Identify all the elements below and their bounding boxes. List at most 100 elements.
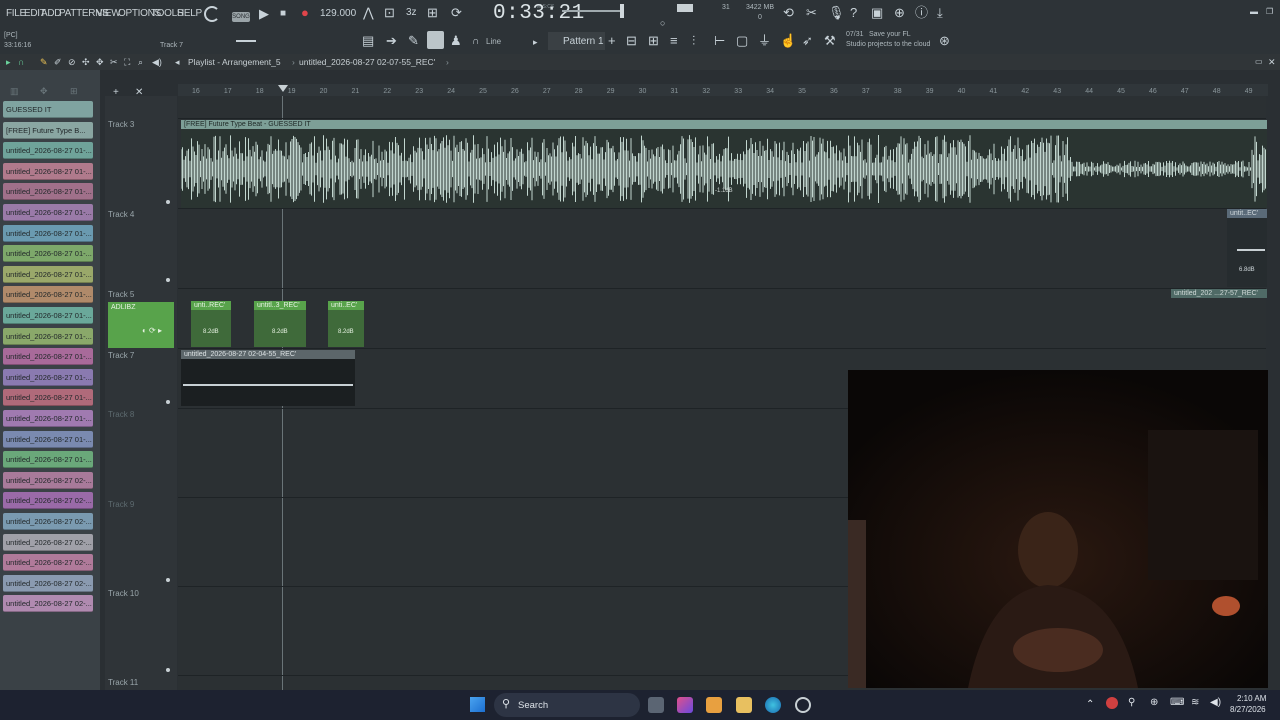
browser-item[interactable]: untitled_2026-08-27 02-... [3, 471, 93, 489]
adlibz-controls-icon[interactable]: ◐ ⟳ ▸ [142, 326, 162, 335]
browser-item[interactable]: untitled_2026-08-27 01-... [3, 368, 93, 386]
playlist-maximize-icon[interactable]: ▭ [1255, 55, 1263, 69]
stop-icon[interactable]: ■ [280, 7, 286, 21]
clip-title-bar[interactable]: untit..EC' [1227, 209, 1267, 218]
sliders-icon[interactable]: ⫶ [692, 34, 695, 48]
playhead-marker[interactable] [278, 85, 288, 92]
cloud-icon[interactable]: ⊛ [939, 34, 950, 48]
info-icon[interactable]: ⓘ [915, 6, 928, 20]
tempo-display[interactable]: 129.000 [320, 8, 356, 19]
tray-app-icon[interactable] [1106, 697, 1118, 709]
track-dot[interactable] [166, 278, 170, 282]
pencil-tool-button[interactable] [427, 31, 444, 49]
timeline-ruler[interactable] [178, 84, 1268, 96]
browser-item[interactable]: untitled_2026-08-27 01-... [3, 389, 93, 407]
group-icon[interactable]: ⊞ [70, 84, 78, 98]
audio-clip-track4b[interactable]: untitled_202 ...27-57_REC' [1171, 289, 1267, 298]
browser-item[interactable]: untitled_2026-08-27 01-... [3, 265, 93, 283]
slice-icon[interactable]: ✂ [110, 55, 118, 69]
volume-icon[interactable]: ◀) [1210, 697, 1221, 708]
mixer-window-icon[interactable]: ≡ [670, 34, 678, 48]
browser-item[interactable]: untitled_2026-08-27 02-... [3, 513, 93, 530]
track-dot[interactable] [166, 200, 170, 204]
browser-item[interactable]: untitled_2026-08-27 01-... [3, 224, 93, 242]
tray-network-icon[interactable]: ⊕ [1150, 697, 1158, 708]
audio-clip-track3[interactable]: [FREE] Future Type Beat - GUESSED IT -1.… [181, 120, 1267, 208]
stamp-icon[interactable]: ♟ [450, 34, 462, 48]
back-arrow-icon[interactable]: ◂ [175, 55, 180, 69]
zoom-icon[interactable]: ⌕ [138, 55, 143, 69]
track-label[interactable]: Track 7 [108, 351, 134, 360]
menu-file[interactable]: FILE [6, 8, 26, 19]
playlist-close-icon[interactable]: ✕ [1268, 55, 1276, 69]
download-icon[interactable]: ⤓ [937, 6, 943, 20]
track-dot[interactable] [166, 578, 170, 582]
paint-icon[interactable]: ✐ [54, 55, 62, 69]
menu-help[interactable]: HELP [177, 8, 202, 19]
obs-icon[interactable] [795, 697, 811, 713]
step-edit-icon[interactable]: ⊞ [427, 6, 438, 20]
track-label[interactable]: Track 10 [108, 589, 139, 598]
record-countdown-icon[interactable] [204, 6, 220, 22]
task-view-icon[interactable] [648, 697, 664, 713]
piano-roll-icon[interactable]: ▤ [362, 34, 374, 48]
undo-history-icon[interactable]: ⟲ [783, 6, 794, 20]
list-view-icon[interactable]: ▥ [10, 84, 19, 98]
magnet-snap-icon[interactable]: ∩ [18, 55, 24, 69]
song-mode-toggle[interactable]: SONG [232, 12, 250, 22]
clip-title-bar[interactable]: unti..REC' [191, 301, 231, 310]
microphone-icon[interactable]: 🎙 [828, 6, 845, 20]
browser-item[interactable]: untitled_2026-08-27 01-... [3, 142, 93, 160]
metronome-icon[interactable]: ⋀ [363, 6, 374, 20]
select-icon[interactable]: ⛶ [124, 55, 130, 69]
brush-icon[interactable]: ✎ [408, 34, 419, 48]
track-label[interactable]: Track 8 [108, 410, 134, 419]
browser-item[interactable]: untitled_2026-08-27 02-... [3, 492, 93, 510]
news-line-2[interactable]: Studio projects to the cloud [846, 41, 930, 48]
copilot-icon[interactable] [677, 697, 693, 713]
track-dot[interactable] [166, 400, 170, 404]
tray-chevron-icon[interactable]: ⌃ [1086, 699, 1094, 710]
selected-clip-name[interactable]: untitled_2026-08-27 02-07-55_REC' [299, 57, 435, 67]
count-in-icon[interactable]: 3z [406, 6, 417, 20]
wait-record-icon[interactable]: ⊡ [384, 6, 395, 20]
plug-icon[interactable]: ⏚ [758, 34, 771, 48]
clipboard-icon[interactable]: ▢ [736, 34, 748, 48]
browser-item[interactable]: untitled_2026-08-27 01-... [3, 327, 93, 345]
browser-item[interactable]: untitled_2026-08-27 02-... [3, 595, 93, 613]
browser-icon[interactable]: ⊢ [714, 34, 725, 48]
search-box[interactable]: ⚲ Search [494, 693, 640, 717]
song-position-time[interactable]: 0:33:21 [493, 2, 585, 25]
master-pitch-slider[interactable] [562, 10, 624, 12]
edge-icon[interactable] [765, 697, 781, 713]
magnet-icon[interactable]: ∩ [472, 35, 479, 49]
track-label[interactable]: Track 3 [108, 120, 134, 129]
browser-item[interactable]: [FREE] Future Type B... [3, 121, 93, 139]
fl-studio-icon[interactable] [706, 697, 722, 713]
pencil-icon[interactable]: ✎ [40, 55, 48, 69]
pan-icon[interactable]: ✥ [40, 84, 48, 98]
browser-item[interactable]: GUESSED IT [3, 101, 93, 118]
track-dot[interactable] [166, 668, 170, 672]
browser-item[interactable]: untitled_2026-08-27 01-... [3, 183, 93, 201]
adlibz-track-header[interactable]: ADLIBZ ◐ ⟳ ▸ [108, 302, 174, 348]
arrow-right-icon[interactable]: ➔ [386, 34, 397, 48]
browser-item[interactable]: untitled_2026-08-27 02-... [3, 574, 93, 592]
start-icon[interactable] [470, 697, 485, 712]
slip-icon[interactable]: ✥ [96, 55, 104, 69]
snap-value[interactable]: Line [486, 37, 501, 46]
browser-item[interactable]: untitled_2026-08-27 01-... [3, 451, 93, 469]
audio-clip-track7[interactable]: untitled_2026-08-27 02-04-55_REC' [181, 350, 355, 406]
browser-item[interactable]: untitled_2026-08-27 01-... [3, 204, 93, 221]
playlist-icon[interactable]: ⊟ [626, 34, 637, 48]
master-pitch-knob[interactable] [620, 4, 624, 18]
browser-item[interactable]: untitled_2026-08-27 01-... [3, 245, 93, 263]
browser-item[interactable]: untitled_2026-08-27 01-... [3, 162, 93, 180]
adlib-clip[interactable]: unti..EC' 8.2dB [328, 301, 364, 347]
channel-rack-icon[interactable]: ⊞ [648, 34, 659, 48]
browser-item[interactable]: untitled_2026-08-27 01-... [3, 410, 93, 427]
loop-record-icon[interactable]: ⟳ [451, 6, 462, 20]
restore-icon[interactable]: ❐ [1266, 5, 1273, 19]
tray-keyboard-icon[interactable]: ⌨ [1170, 697, 1184, 708]
file-explorer-icon[interactable] [736, 697, 752, 713]
